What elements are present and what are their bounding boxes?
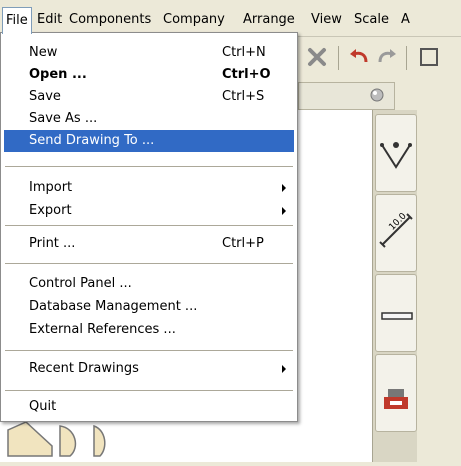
component-palette: 10.0: [372, 110, 417, 462]
submenu-arrow-icon: [282, 184, 286, 192]
menu-scale[interactable]: Scale: [351, 9, 392, 31]
menu-separator: [5, 390, 293, 391]
menu-item-recent-drawings[interactable]: Recent Drawings: [4, 358, 294, 380]
menu-company[interactable]: Company: [160, 9, 228, 31]
menu-item-save-as[interactable]: Save As ...: [4, 108, 294, 130]
toolbar-separator: [406, 46, 407, 70]
menu-item-external-references[interactable]: External References ...: [4, 319, 294, 341]
palette-item-wall[interactable]: [375, 274, 417, 352]
menu-edit[interactable]: Edit: [34, 9, 65, 31]
menu-separator: [5, 263, 293, 264]
redo-icon[interactable]: [374, 44, 400, 70]
palette-header: [298, 82, 395, 110]
menu-item-open[interactable]: Open ... Ctrl+O: [4, 64, 294, 86]
toolbar: [290, 38, 461, 78]
frame-icon[interactable]: [416, 44, 442, 70]
toolbar-separator: [338, 46, 339, 70]
menu-item-save[interactable]: Save Ctrl+S: [4, 86, 294, 108]
palette-item-appliance[interactable]: [375, 354, 417, 432]
menu-item-send-drawing-to[interactable]: Send Drawing To ...: [4, 130, 294, 152]
menu-item-database-management[interactable]: Database Management ...: [4, 296, 294, 318]
menu-components[interactable]: Components: [66, 9, 154, 31]
menu-item-new[interactable]: New Ctrl+N: [4, 42, 294, 64]
undo-icon[interactable]: [346, 44, 372, 70]
menu-item-quit[interactable]: Quit: [4, 396, 294, 418]
palette-item-angle[interactable]: [375, 114, 417, 192]
menu-a[interactable]: A: [398, 9, 413, 31]
menu-separator: [5, 350, 293, 351]
menu-view[interactable]: View: [308, 9, 345, 31]
globe-icon[interactable]: [369, 87, 385, 107]
menu-separator: [5, 166, 293, 167]
menu-item-import[interactable]: Import: [4, 177, 294, 199]
menu-arrange[interactable]: Arrange: [240, 9, 298, 31]
file-menu-dropdown: New Ctrl+N Open ... Ctrl+O Save Ctrl+S S…: [0, 32, 298, 422]
menu-item-control-panel[interactable]: Control Panel ...: [4, 273, 294, 295]
palette-item-dimension[interactable]: 10.0: [375, 194, 417, 272]
delete-icon[interactable]: [304, 44, 330, 70]
submenu-arrow-icon: [282, 207, 286, 215]
menu-file[interactable]: File: [2, 7, 32, 34]
menu-separator: [5, 225, 293, 226]
menu-item-export[interactable]: Export: [4, 200, 294, 222]
submenu-arrow-icon: [282, 365, 286, 373]
menu-item-print[interactable]: Print ... Ctrl+P: [4, 233, 294, 255]
